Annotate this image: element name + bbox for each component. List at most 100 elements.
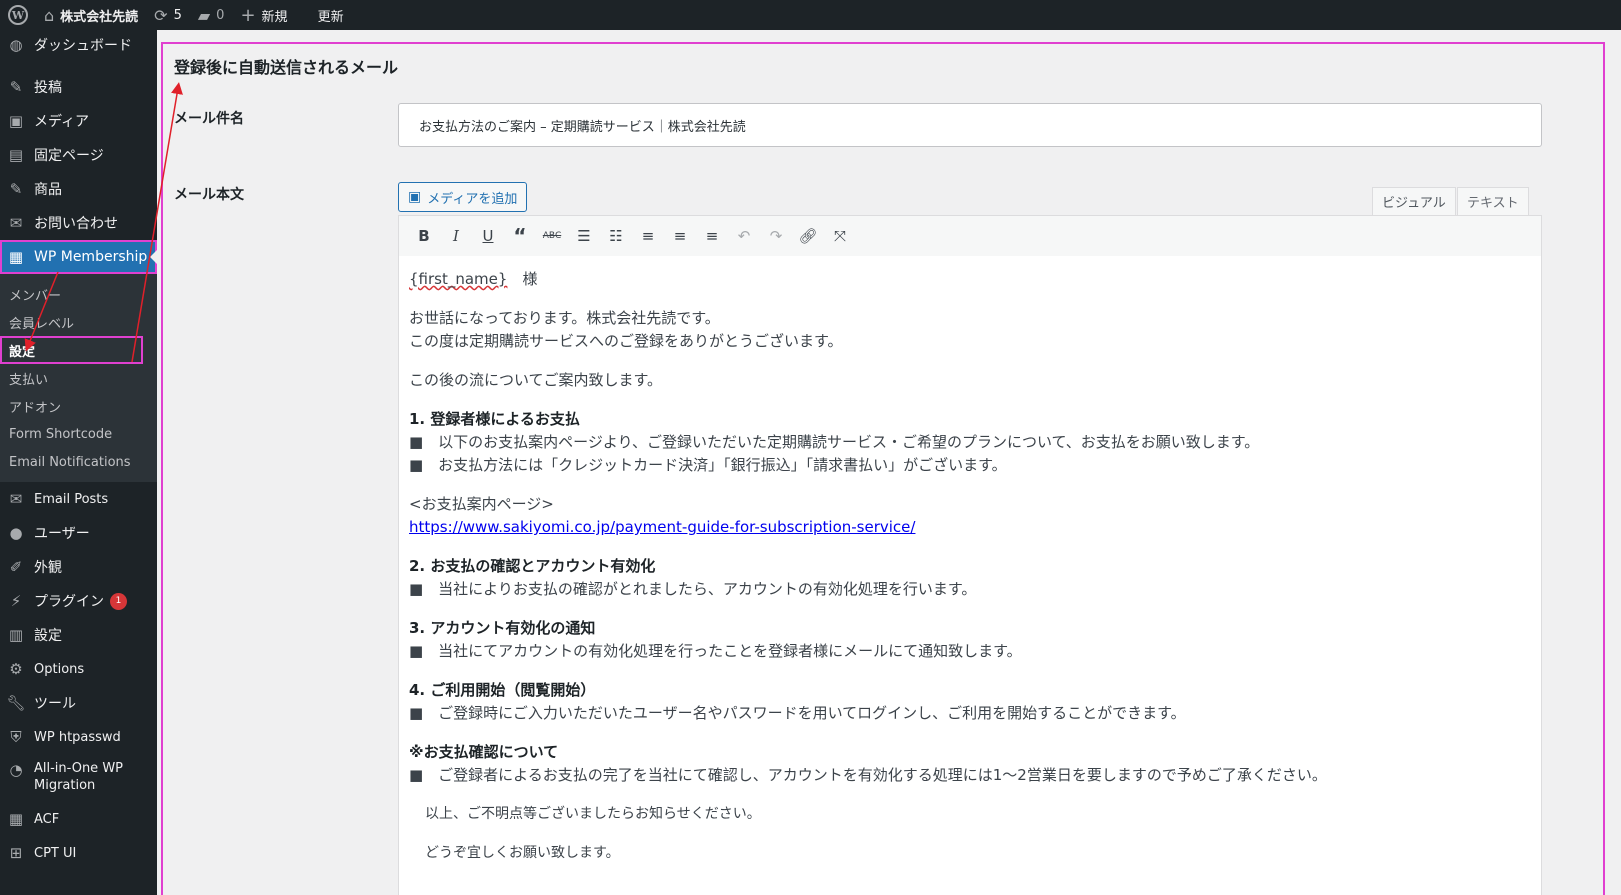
submenu-item-levels[interactable]: 会員レベル [0,308,157,336]
wp-logo-menu[interactable]: W [0,0,36,30]
section-2: 2. お支払の確認とアカウント有効化 ■ 当社によりお支払の確認がとれましたら、… [409,555,1531,601]
menu-item-plugins[interactable]: ⚡ プラグイン 1 [0,584,157,618]
mail-icon: ✉ [9,214,23,232]
guide-url-link[interactable]: https://www.sakiyomi.co.jp/payment-guide… [409,516,1531,539]
update-link[interactable]: 更新 [310,0,352,30]
menu-item-dashboard[interactable]: ◍ ダッシュボード [0,30,157,60]
mail-icon: ✉ [9,490,23,508]
dashboard-icon: ◍ [9,36,23,54]
new-label: 新規 [261,9,288,25]
numbered-list-icon[interactable]: ☷ [601,221,631,251]
site-name: 株式会社先読 [60,9,139,25]
submenu-item-payments[interactable]: 支払い [0,364,157,392]
menu-item-media[interactable]: ▣ メディア [0,104,157,138]
submenu-item-email-notifications[interactable]: Email Notifications [0,448,157,476]
fullscreen-icon[interactable]: ⤧ [825,221,855,251]
submenu-label: アドオン [9,400,62,416]
tab-text[interactable]: テキスト [1457,187,1529,216]
wrench-icon: 🔧︎ [6,694,26,712]
grid-icon: ▦ [8,810,24,828]
menu-item-settings[interactable]: ▥ 設定 [0,618,157,652]
migration-icon: ◔ [9,761,23,779]
submenu-label: 会員レベル [9,316,75,332]
submenu-item-members[interactable]: メンバー [0,280,157,308]
greeting-line: {first_name} 様 [409,268,1531,291]
menu-label: All-in-One WP Migration [34,761,124,793]
settings-icon: ▥ [8,626,24,644]
blockquote-icon[interactable]: “ [505,221,535,251]
menu-label: お問い合わせ [34,216,118,232]
submenu-item-addons[interactable]: アドオン [0,392,157,420]
section-2-bullet-1: ■ 当社によりお支払の確認がとれましたら、アカウントの有効化処理を行います。 [409,580,977,598]
strikethrough-icon[interactable]: ABC [537,221,567,251]
comments-link[interactable]: ▰ 0 [190,0,233,30]
body-label: メール本文 [174,187,244,203]
menu-label: WP Membership [34,249,148,265]
section-1: 1. 登録者様によるお支払 ■ 以下のお支払案内ページより、ご登録いただいた定期… [409,408,1531,477]
menu-label: 設定 [34,628,62,644]
redo-icon[interactable]: ↷ [761,221,791,251]
section-3-bullet-1: ■ 当社にてアカウントの有効化処理を行ったことを登録者様にメールにて通知致します… [409,642,1022,660]
bold-icon[interactable]: B [409,221,439,251]
section-4-title: 4. ご利用開始（閲覧開始） [409,681,596,699]
menu-item-all-in-one-migration[interactable]: ◔ All-in-One WP Migration [0,754,157,802]
section-4-bullet-1: ■ ご登録時にご入力いただいたユーザー名やパスワードを用いてログインし、ご利用を… [409,704,1186,722]
underline-icon[interactable]: U [473,221,503,251]
section-1-bullet-2: ■ お支払方法には「クレジットカード決済」「銀行振込」「請求書払い」がございます… [409,456,1007,474]
submenu-item-settings[interactable]: 設定 [0,336,143,364]
home-icon: ⌂ [44,5,55,25]
intro-paragraph: お世話になっております。株式会社先読です。 この度は定期購読サービスへのご登録を… [409,307,1531,353]
submenu-label: 支払い [9,372,49,388]
new-content-link[interactable]: + 新規 [232,0,295,30]
shield-icon: ⛨ [10,728,22,746]
menu-item-wp-htpasswd[interactable]: ⛨ WP htpasswd [0,720,157,754]
subject-input[interactable]: お支払方法のご案内 – 定期購読サービス｜株式会社先読 [398,103,1542,147]
editor-content[interactable]: {first_name} 様 お世話になっております。株式会社先読です。 この度… [398,256,1542,895]
menu-label: 投稿 [34,80,62,96]
media-icon: ▣ [408,189,422,205]
align-right-icon[interactable]: ≡ [697,221,727,251]
menu-item-email-posts[interactable]: ✉ Email Posts [0,482,157,516]
menu-label: 固定ページ [34,148,104,164]
align-center-icon[interactable]: ≡ [665,221,695,251]
updates-icon: ⟳ [154,5,168,25]
bullet-list-icon[interactable]: ☰ [569,221,599,251]
menu-item-wp-membership[interactable]: ▦ WP Membership [0,240,157,274]
tab-visual[interactable]: ビジュアル [1372,187,1456,216]
menu-item-tools[interactable]: 🔧︎ ツール [0,686,157,720]
menu-label: 外観 [34,560,62,576]
menu-item-cpt-ui[interactable]: ⊞ CPT UI [0,836,157,870]
comment-icon: ▰ [197,5,211,25]
site-name-link[interactable]: ⌂ 株式会社先読 [36,0,146,30]
media-icon: ▣ [8,112,24,130]
plugin-icon: ⚡ [10,592,22,610]
menu-item-acf[interactable]: ▦ ACF [0,802,157,836]
add-media-button[interactable]: ▣ メディアを追加 [398,182,528,212]
align-left-icon[interactable]: ≡ [633,221,663,251]
menu-item-pages[interactable]: ▤ 固定ページ [0,138,157,172]
intro-line-1: お世話になっております。株式会社先読です。 [409,309,720,327]
menu-item-posts[interactable]: ✎ 投稿 [0,70,157,104]
submenu-label: メンバー [9,288,62,304]
wordpress-logo-icon: W [8,5,28,25]
update-label: 更新 [317,9,344,25]
menu-label: Options [34,661,85,677]
menu-label: ダッシュボード [34,38,132,54]
closing-1-text: 以上、ご不明点等ございましたらお知らせください。 [425,806,761,822]
note-bullet-1: ■ ご登録者によるお支払の完了を当社にて確認し、アカウントを有効化する処理には1… [409,766,1327,784]
italic-icon[interactable]: I [441,221,471,251]
menu-item-appearance[interactable]: ✐ 外観 [0,550,157,584]
greeting-suffix: 様 [507,270,538,288]
updates-link[interactable]: ⟳ 5 [146,0,190,30]
menu-item-contact[interactable]: ✉ お問い合わせ [0,206,157,240]
user-icon: ● [9,524,23,542]
menu-item-options[interactable]: ⚙ Options [0,652,157,686]
link-icon[interactable]: 🔗︎ [793,221,823,251]
submenu-item-form-shortcode[interactable]: Form Shortcode [0,420,157,448]
note-section: ※お支払確認について ■ ご登録者によるお支払の完了を当社にて確認し、アカウント… [409,741,1531,787]
menu-label: ツール [34,696,76,712]
menu-item-products[interactable]: ✎ 商品 [0,172,157,206]
menu-item-users[interactable]: ● ユーザー [0,516,157,550]
undo-icon[interactable]: ↶ [729,221,759,251]
brush-icon: ✐ [9,558,23,576]
